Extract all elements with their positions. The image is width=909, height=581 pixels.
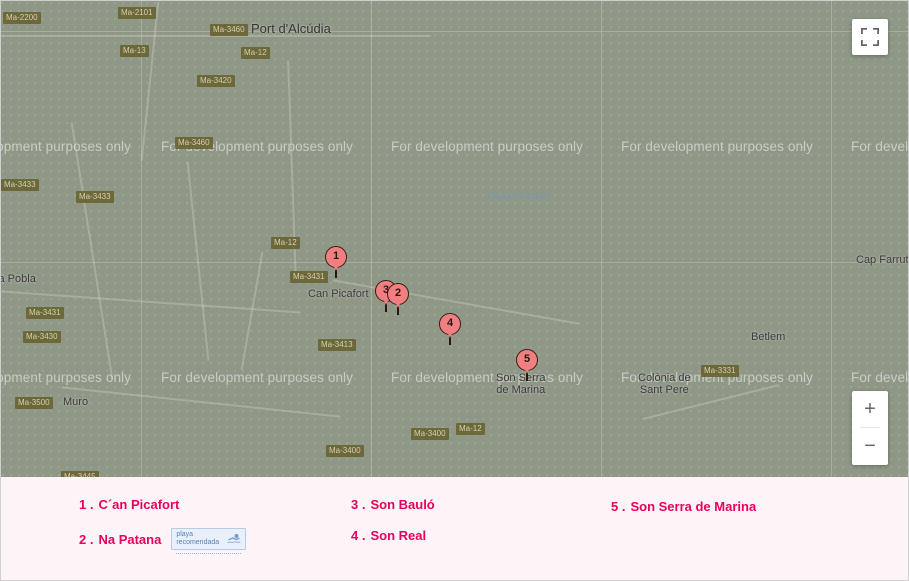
map-marker-2[interactable]: 2	[387, 283, 409, 315]
fullscreen-icon	[861, 28, 879, 46]
tile-grid-line-vertical	[601, 1, 602, 477]
legend-item[interactable]: 3 . Son Bauló	[351, 497, 435, 512]
legend-item[interactable]: 4 . Son Real	[351, 528, 426, 543]
legend-item-number: 4 .	[351, 528, 366, 543]
zoom-out-button[interactable]: −	[852, 428, 888, 464]
map-viewport[interactable]: For development purposes onlyFor develop…	[1, 1, 908, 477]
map-marker-1[interactable]: 1	[325, 246, 347, 278]
legend-item-label: Son Bauló	[370, 497, 435, 512]
marker-number: 5	[523, 353, 531, 365]
beach-map-page: For development purposes onlyFor develop…	[0, 0, 909, 581]
legend-item[interactable]: 5 . Son Serra de Marina	[611, 499, 756, 514]
legend-item-label: Son Real	[370, 528, 427, 543]
legend-item[interactable]: 1 . C´an Picafort	[79, 497, 179, 512]
zoom-controls[interactable]: + −	[852, 391, 888, 465]
map-marker-5[interactable]: 5	[516, 349, 538, 381]
tile-grid-line-vertical	[371, 1, 372, 477]
marker-number: 2	[394, 287, 402, 299]
recommended-beach-badge: playa recomendada	[171, 528, 247, 554]
legend-item-number: 3 .	[351, 497, 366, 512]
zoom-in-button[interactable]: +	[852, 391, 888, 427]
map-marker-4[interactable]: 4	[439, 313, 461, 345]
swimmer-icon	[227, 533, 241, 545]
legend-items: 1 . C´an Picafort 2 . Na Patana playa recomen…	[1, 478, 908, 580]
badge-text: playa recomendada	[176, 531, 220, 546]
legend-item-label: Son Serra de Marina	[630, 499, 757, 514]
legend-item-number: 2 .	[79, 531, 94, 547]
legend-item-label: C´an Picafort	[98, 497, 180, 512]
tile-grid	[1, 1, 908, 477]
marker-number: 4	[446, 317, 454, 329]
legend-item[interactable]: 2 . Na Patana playa recomendada	[79, 528, 247, 554]
minus-icon: −	[864, 435, 876, 457]
plus-icon: +	[864, 398, 876, 420]
tile-grid-line-horizontal	[1, 31, 908, 32]
tile-grid-line-vertical	[831, 1, 832, 477]
tile-grid-line-vertical	[141, 1, 142, 477]
badge-underline	[176, 553, 242, 554]
fullscreen-button[interactable]	[852, 19, 888, 55]
tile-grid-line-horizontal	[1, 262, 908, 263]
legend-item-number: 1 .	[79, 497, 94, 512]
marker-number: 1	[332, 250, 340, 262]
legend-item-number: 5 .	[611, 499, 626, 514]
map-canvas[interactable]: For development purposes onlyFor develop…	[1, 1, 908, 477]
beach-legend: 1 . C´an Picafort 2 . Na Patana playa recomen…	[1, 478, 908, 580]
legend-item-label: Na Patana	[98, 531, 162, 547]
